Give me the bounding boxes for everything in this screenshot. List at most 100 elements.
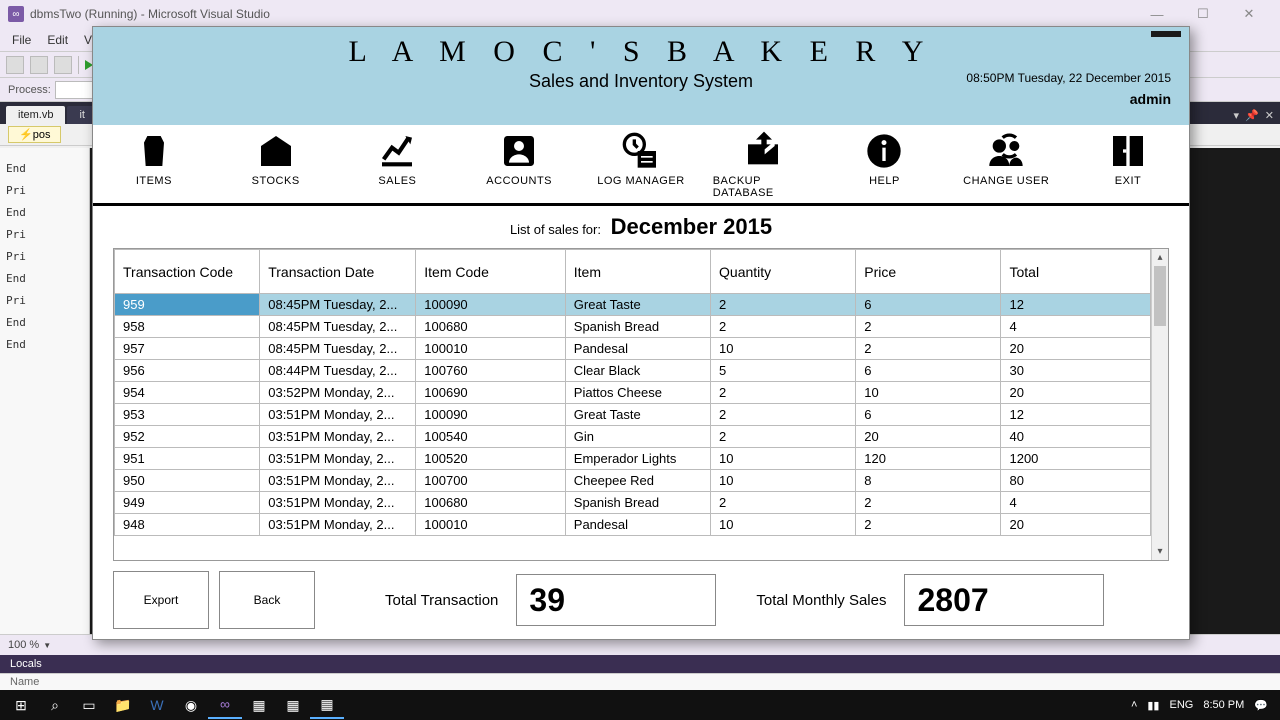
vs-logo-icon: ∞ — [8, 6, 24, 22]
nav-exit[interactable]: EXIT — [1078, 131, 1178, 199]
tray-chevron-icon[interactable]: ˄ — [1131, 699, 1137, 711]
table-row[interactable]: 95203:51PM Monday, 2...100540Gin22040 — [115, 426, 1151, 448]
total-transaction-value: 39 — [516, 574, 716, 626]
cell-q: 2 — [711, 316, 856, 338]
app-minimize-button[interactable] — [1151, 31, 1181, 37]
clock[interactable]: 8:50 PM — [1203, 699, 1244, 711]
network-icon[interactable]: ▮▮ — [1147, 699, 1159, 712]
code-outline-gutter: EndPriEndPriPriEndPriEndEnd — [0, 148, 90, 662]
nav-accounts[interactable]: ACCOUNTS — [469, 131, 569, 199]
cell-q: 2 — [711, 382, 856, 404]
cell-tc: 951 — [115, 448, 260, 470]
toolbar-btn[interactable] — [30, 56, 48, 74]
table-row[interactable]: 95708:45PM Tuesday, 2...100010Pandesal10… — [115, 338, 1151, 360]
cell-td: 08:45PM Tuesday, 2... — [260, 294, 416, 316]
table-row[interactable]: 94903:51PM Monday, 2...100680Spanish Bre… — [115, 492, 1151, 514]
nav-backup-database[interactable]: BACKUP DATABASE — [713, 131, 813, 199]
search-icon[interactable]: ⌕ — [38, 691, 72, 719]
export-button[interactable]: Export — [113, 571, 209, 629]
cell-to: 4 — [1001, 316, 1151, 338]
tab-dropdown-icon[interactable]: ▾ — [1234, 109, 1240, 122]
nav-label: HELP — [869, 175, 900, 187]
start-button[interactable]: ⊞ — [4, 691, 38, 719]
column-header[interactable]: Transaction Date — [260, 250, 416, 294]
bag-icon — [131, 131, 177, 171]
table-row[interactable]: 95403:52PM Monday, 2...100690Piattos Che… — [115, 382, 1151, 404]
cell-to: 12 — [1001, 294, 1151, 316]
table-row[interactable]: 94803:51PM Monday, 2...100010Pandesal102… — [115, 514, 1151, 536]
cell-p: 20 — [856, 426, 1001, 448]
toolbar-btn[interactable] — [6, 56, 24, 74]
column-header[interactable]: Transaction Code — [115, 250, 260, 294]
taskbar-app-icon[interactable]: ▦ — [276, 691, 310, 719]
cell-ic: 100680 — [416, 492, 566, 514]
taskbar-app-icon[interactable]: ▦ — [310, 691, 344, 719]
cell-p: 2 — [856, 514, 1001, 536]
total-transaction-label: Total Transaction — [385, 592, 498, 609]
nav-log-manager[interactable]: LOG MANAGER — [591, 131, 691, 199]
task-view-icon[interactable]: ▭ — [72, 691, 106, 719]
menu-edit[interactable]: Edit — [39, 31, 76, 49]
cell-q: 5 — [711, 360, 856, 382]
minimize-button[interactable]: — — [1134, 3, 1180, 25]
cell-td: 08:44PM Tuesday, 2... — [260, 360, 416, 382]
scroll-up-icon[interactable]: ▴ — [1152, 249, 1168, 266]
vs-bottom-panel: 100 % ▼ Locals Name Locals — [0, 634, 1280, 692]
column-header[interactable]: Item — [565, 250, 710, 294]
nav-change-user[interactable]: CHANGE USER — [956, 131, 1056, 199]
cell-q: 2 — [711, 492, 856, 514]
table-row[interactable]: 95608:44PM Tuesday, 2...100760Clear Blac… — [115, 360, 1151, 382]
table-row[interactable]: 95303:51PM Monday, 2...100090Great Taste… — [115, 404, 1151, 426]
table-row[interactable]: 95808:45PM Tuesday, 2...100680Spanish Br… — [115, 316, 1151, 338]
nav-sales[interactable]: SALES — [347, 131, 447, 199]
close-tab-icon[interactable]: ✕ — [1265, 109, 1274, 122]
notifications-icon[interactable]: 💬 — [1254, 699, 1268, 712]
scroll-down-icon[interactable]: ▾ — [1152, 543, 1168, 560]
menu-file[interactable]: File — [4, 31, 39, 49]
account-icon — [496, 131, 542, 171]
cell-to: 30 — [1001, 360, 1151, 382]
chrome-icon[interactable]: ◉ — [174, 691, 208, 719]
nav-label: LOG MANAGER — [597, 175, 684, 187]
cell-ic: 100520 — [416, 448, 566, 470]
cell-q: 10 — [711, 448, 856, 470]
cell-it: Clear Black — [565, 360, 710, 382]
cell-q: 10 — [711, 514, 856, 536]
system-tray[interactable]: ˄ ▮▮ ENG 8:50 PM 💬 — [1131, 699, 1276, 712]
table-row[interactable]: 95003:51PM Monday, 2...100700Cheepee Red… — [115, 470, 1151, 492]
table-scrollbar[interactable]: ▴ ▾ — [1151, 249, 1168, 560]
file-explorer-icon[interactable]: 📁 — [106, 691, 140, 719]
cell-td: 03:51PM Monday, 2... — [260, 470, 416, 492]
table-row[interactable]: 95103:51PM Monday, 2...100520Emperador L… — [115, 448, 1151, 470]
scroll-thumb[interactable] — [1154, 266, 1166, 326]
taskbar-app-icon[interactable]: ▦ — [242, 691, 276, 719]
cell-it: Great Taste — [565, 294, 710, 316]
toolbar-btn[interactable] — [54, 56, 72, 74]
sales-table[interactable]: Transaction CodeTransaction DateItem Cod… — [114, 249, 1151, 536]
close-button[interactable]: ✕ — [1226, 3, 1272, 25]
bakery-app-window: L A M O C ' S B A K E R Y Sales and Inve… — [92, 26, 1190, 640]
cell-td: 03:51PM Monday, 2... — [260, 492, 416, 514]
word-icon[interactable]: W — [140, 691, 174, 719]
locals-header: Locals — [0, 655, 1280, 673]
vs-taskbar-icon[interactable]: ∞ — [208, 691, 242, 719]
cell-ic: 100540 — [416, 426, 566, 448]
nav-items[interactable]: ITEMS — [104, 131, 204, 199]
maximize-button[interactable]: ☐ — [1180, 3, 1226, 25]
column-header[interactable]: Quantity — [711, 250, 856, 294]
nav-stocks[interactable]: STOCKS — [226, 131, 326, 199]
table-row[interactable]: 95908:45PM Tuesday, 2...100090Great Tast… — [115, 294, 1151, 316]
column-header[interactable]: Item Code — [416, 250, 566, 294]
back-button[interactable]: Back — [219, 571, 315, 629]
language-indicator[interactable]: ENG — [1169, 699, 1193, 711]
cell-q: 2 — [711, 426, 856, 448]
tab-item-vb[interactable]: item.vb — [6, 106, 65, 124]
cell-q: 2 — [711, 294, 856, 316]
column-header[interactable]: Total — [1001, 250, 1151, 294]
pin-icon[interactable]: 📌 — [1245, 109, 1259, 122]
sales-list-title: List of sales for: December 2015 — [113, 214, 1169, 240]
nav-help[interactable]: HELP — [834, 131, 934, 199]
column-header[interactable]: Price — [856, 250, 1001, 294]
cell-td: 03:51PM Monday, 2... — [260, 448, 416, 470]
nav-combo-pos[interactable]: ⚡pos — [8, 126, 61, 143]
